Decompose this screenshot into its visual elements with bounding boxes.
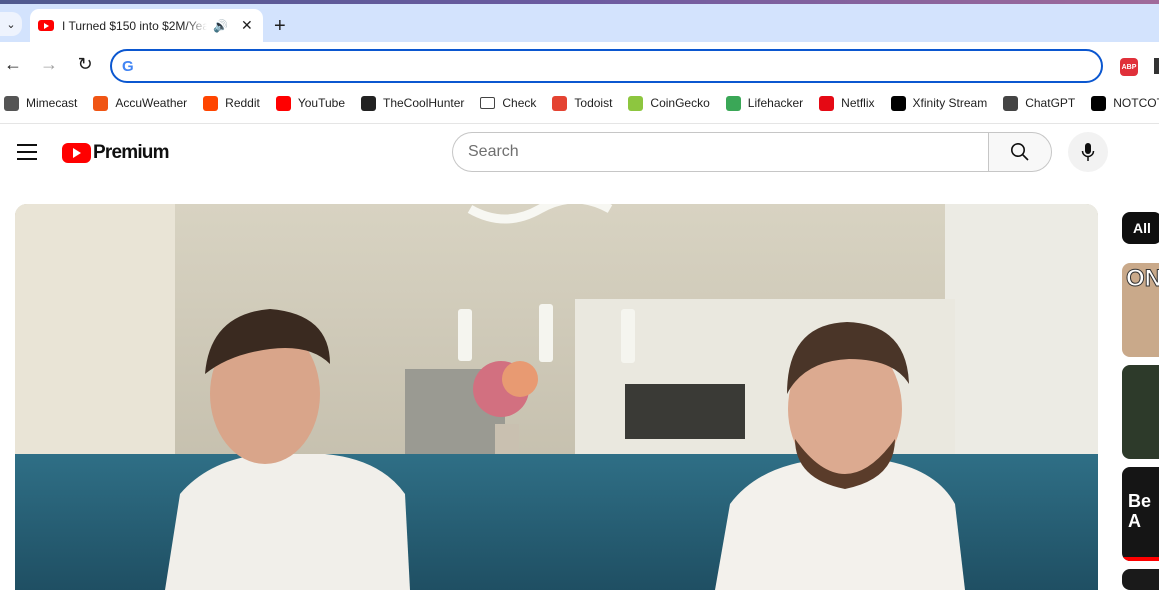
tab-active[interactable]: I Turned $150 into $2M/Year 🔊 ✕ bbox=[30, 9, 263, 42]
bookmarks-bar: Mimecast AccuWeather Reddit YouTube TheCoolH… bbox=[0, 90, 1159, 116]
adblock-plus-extension-icon[interactable]: ABP bbox=[1120, 58, 1138, 76]
bookmark-label: Mimecast bbox=[26, 96, 78, 110]
browser-toolbar: ← → ↻ G ABP bbox=[0, 42, 1159, 90]
bookmark-netflix[interactable]: Netflix bbox=[819, 95, 875, 111]
bookmark-mimecast[interactable]: Mimecast bbox=[4, 95, 78, 111]
bookmark-notcot[interactable]: NOTCOT bbox=[1091, 95, 1159, 111]
bookmark-lifehacker[interactable]: Lifehacker bbox=[725, 95, 804, 111]
related-video-thumbnail[interactable] bbox=[1122, 569, 1159, 590]
bookmark-coingecko[interactable]: CoinGecko bbox=[628, 95, 710, 111]
voice-search-button[interactable] bbox=[1068, 132, 1108, 172]
menu-icon[interactable] bbox=[17, 144, 37, 165]
tab-title: I Turned $150 into $2M/Year bbox=[62, 18, 207, 33]
youtube-play-icon bbox=[62, 143, 91, 163]
logo-text: Premium bbox=[93, 142, 170, 163]
youtube-premium-logo[interactable]: Premium bbox=[62, 142, 170, 164]
reddit-icon bbox=[203, 95, 219, 111]
bookmark-label: TheCoolHunter bbox=[383, 96, 465, 110]
new-tab-button[interactable]: + bbox=[274, 16, 286, 36]
related-video-thumbnail[interactable] bbox=[1122, 365, 1159, 459]
extension-icon[interactable] bbox=[1154, 58, 1159, 74]
bookmark-todoist[interactable]: Todoist bbox=[552, 95, 613, 111]
search-input[interactable] bbox=[468, 142, 968, 162]
bookmark-label: Check bbox=[502, 96, 537, 110]
youtube-favicon-icon bbox=[38, 20, 54, 31]
thecoolhunter-icon bbox=[361, 95, 376, 111]
todoist-icon bbox=[552, 95, 568, 111]
chip-all[interactable]: All bbox=[1122, 212, 1159, 244]
tab-search-button[interactable]: ⌄ bbox=[0, 12, 22, 36]
reload-button[interactable]: ↻ bbox=[73, 54, 97, 75]
forward-button[interactable]: → bbox=[37, 54, 61, 75]
search-button[interactable] bbox=[988, 132, 1052, 172]
video-player[interactable] bbox=[15, 204, 1098, 590]
bookmark-label: AccuWeather bbox=[115, 96, 188, 110]
bookmark-reddit[interactable]: Reddit bbox=[203, 95, 260, 111]
thumbnail-text: ON bbox=[1126, 265, 1159, 293]
bookmark-label: CoinGecko bbox=[650, 96, 710, 110]
mimecast-icon bbox=[4, 95, 19, 111]
search-icon bbox=[1011, 143, 1029, 161]
bookmark-label: ChatGPT bbox=[1025, 96, 1076, 110]
tab-close-button[interactable]: ✕ bbox=[241, 17, 253, 34]
accuweather-icon bbox=[93, 95, 109, 111]
bookmark-thecoolhunter[interactable]: TheCoolHunter bbox=[361, 95, 465, 111]
thumbnail-text: Be A bbox=[1128, 491, 1152, 531]
video-frame-image bbox=[15, 204, 1098, 590]
bookmark-accuweather[interactable]: AccuWeather bbox=[93, 95, 188, 111]
coingecko-icon bbox=[628, 95, 644, 111]
bookmark-label: Reddit bbox=[225, 96, 260, 110]
bookmark-label: YouTube bbox=[297, 96, 345, 110]
bookmark-check[interactable]: Check bbox=[480, 96, 536, 110]
back-button[interactable]: ← bbox=[1, 54, 25, 75]
address-input[interactable] bbox=[146, 56, 1086, 76]
notcot-icon bbox=[1091, 95, 1107, 111]
microphone-icon bbox=[1081, 143, 1095, 161]
folder-icon bbox=[480, 97, 496, 109]
bookmark-label: NOTCOT bbox=[1113, 96, 1159, 110]
related-video-thumbnail[interactable]: Be A bbox=[1122, 467, 1159, 561]
youtube-masthead: Premium bbox=[0, 124, 1159, 180]
bookmark-label: Lifehacker bbox=[747, 96, 804, 110]
chatgpt-icon bbox=[1003, 95, 1019, 111]
search-box[interactable] bbox=[452, 132, 989, 172]
bookmark-xfinity-stream[interactable]: Xfinity Stream bbox=[890, 95, 988, 111]
bookmark-label: Todoist bbox=[574, 96, 613, 110]
bookmark-label: Xfinity Stream bbox=[912, 96, 988, 110]
lifehacker-icon bbox=[725, 95, 741, 111]
bookmark-youtube[interactable]: YouTube bbox=[275, 95, 345, 111]
address-bar[interactable]: G bbox=[110, 49, 1103, 83]
related-video-thumbnail[interactable]: ON bbox=[1122, 263, 1159, 357]
watch-progress-bar bbox=[1122, 557, 1159, 561]
bookmark-label: Netflix bbox=[841, 96, 875, 110]
x-icon bbox=[890, 95, 906, 111]
netflix-icon bbox=[819, 95, 835, 111]
speaker-icon[interactable]: 🔊 bbox=[213, 19, 228, 33]
bookmark-chatgpt[interactable]: ChatGPT bbox=[1003, 95, 1076, 111]
youtube-icon bbox=[275, 95, 291, 111]
tab-strip: ⌄ I Turned $150 into $2M/Year 🔊 ✕ + bbox=[0, 4, 1159, 42]
google-icon: G bbox=[122, 58, 134, 75]
chevron-down-icon: ⌄ bbox=[6, 18, 16, 31]
